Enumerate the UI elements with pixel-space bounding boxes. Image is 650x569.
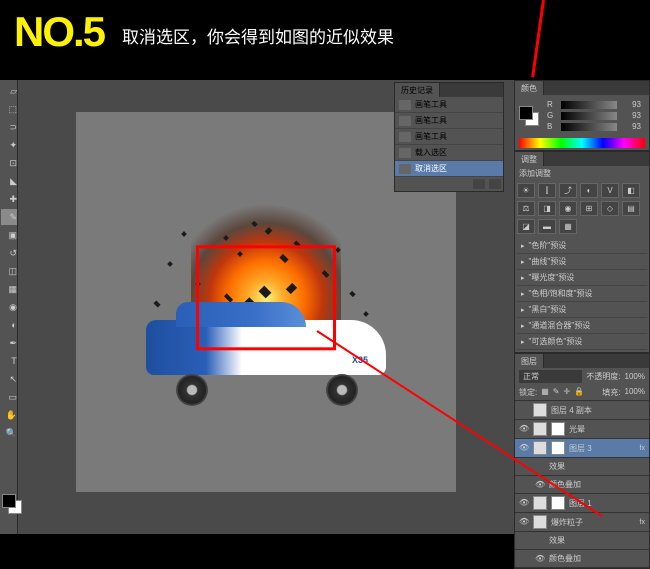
eraser-tool[interactable]: ◫ — [1, 263, 17, 279]
curves-icon[interactable]: ⤴ — [559, 183, 577, 198]
layer-row[interactable]: 👁光晕 — [515, 420, 649, 439]
photoshop-workspace: ▱ ⬚ ⊃ ✦ ⊡ ◣ ✚ ✎ ▣ ↺ ◫ ▦ ◉ ◐ ✒ T ↖ ▭ ✋ 🔍 … — [0, 80, 650, 534]
brightness-icon[interactable]: ☀ — [517, 183, 535, 198]
gradient-tool[interactable]: ▦ — [1, 281, 17, 297]
lock-pixels-icon[interactable]: ✎ — [553, 387, 560, 398]
lock-transparency-icon[interactable]: ▦ — [541, 387, 549, 398]
preset-item[interactable]: "色相/饱和度"预设 — [517, 286, 647, 302]
history-item[interactable]: 载入选区 — [395, 145, 503, 161]
g-slider[interactable] — [561, 112, 617, 120]
right-panels: 颜色 R93 G93 B93 调整 添加调整 ☀⫿⤴◐ V◧⚖◨◉⊞ ◇▤◪▬▦… — [514, 80, 650, 534]
history-delete-icon[interactable] — [489, 179, 501, 189]
history-tab[interactable]: 历史记录 — [395, 83, 440, 97]
hand-tool[interactable]: ✋ — [1, 407, 17, 423]
pen-tool[interactable]: ✒ — [1, 335, 17, 351]
adjustments-title: 添加调整 — [515, 166, 649, 181]
shape-tool[interactable]: ▭ — [1, 389, 17, 405]
hue-bar[interactable] — [519, 138, 645, 148]
blend-mode-select[interactable]: 正常 — [519, 370, 582, 383]
bw-icon[interactable]: ◨ — [538, 201, 556, 216]
posterize-icon[interactable]: ▤ — [622, 201, 640, 216]
layer-row[interactable]: 👁颜色叠加 — [515, 550, 649, 568]
path-tool[interactable]: ↖ — [1, 371, 17, 387]
callout-line-1 — [531, 0, 545, 77]
selectivecolor-icon[interactable]: ▦ — [559, 219, 577, 234]
history-new-icon[interactable] — [473, 179, 485, 189]
preset-item[interactable]: "可选颜色"预设 — [517, 334, 647, 350]
preset-item[interactable]: "色阶"预设 — [517, 238, 647, 254]
tools-panel: ▱ ⬚ ⊃ ✦ ⊡ ◣ ✚ ✎ ▣ ↺ ◫ ▦ ◉ ◐ ✒ T ↖ ▭ ✋ 🔍 — [0, 80, 18, 534]
type-tool[interactable]: T — [1, 353, 17, 369]
crop-tool[interactable]: ⊡ — [1, 155, 17, 171]
levels-icon[interactable]: ⫿ — [538, 183, 556, 198]
lock-all-icon[interactable]: 🔒 — [574, 387, 584, 398]
lock-position-icon[interactable]: ✛ — [564, 387, 571, 398]
eyedropper-tool[interactable]: ◣ — [1, 173, 17, 189]
history-item[interactable]: 画笔工具 — [395, 97, 503, 113]
history-brush-tool[interactable]: ↺ — [1, 245, 17, 261]
vibrance-icon[interactable]: V — [601, 183, 619, 198]
opacity-label: 不透明度: — [586, 371, 620, 382]
wand-tool[interactable]: ✦ — [1, 137, 17, 153]
toolbar-color-swatch[interactable] — [2, 494, 22, 514]
blur-tool[interactable]: ◉ — [1, 299, 17, 315]
fill-label: 填充: — [602, 387, 620, 398]
preset-item[interactable]: "黑白"预设 — [517, 302, 647, 318]
exposure-icon[interactable]: ◐ — [580, 183, 598, 198]
move-tool[interactable]: ▱ — [1, 83, 17, 99]
dodge-tool[interactable]: ◐ — [1, 317, 17, 333]
layers-tab[interactable]: 图层 — [515, 354, 544, 368]
hue-icon[interactable]: ◧ — [622, 183, 640, 198]
brush-tool[interactable]: ✎ — [1, 209, 17, 225]
layer-row[interactable]: 👁爆炸粒子fx — [515, 513, 649, 532]
preset-item[interactable]: "曝光度"预设 — [517, 270, 647, 286]
channelmixer-icon[interactable]: ⊞ — [580, 201, 598, 216]
foreground-background-colors[interactable] — [519, 106, 539, 126]
gradientmap-icon[interactable]: ▬ — [538, 219, 556, 234]
fill-value[interactable]: 100% — [625, 387, 645, 398]
invert-icon[interactable]: ◇ — [601, 201, 619, 216]
layer-row[interactable]: 图层 4 副本 — [515, 401, 649, 420]
healing-tool[interactable]: ✚ — [1, 191, 17, 207]
highlight-rectangle — [196, 245, 336, 350]
r-slider[interactable] — [561, 101, 617, 109]
threshold-icon[interactable]: ◪ — [517, 219, 535, 234]
color-tab[interactable]: 颜色 — [515, 81, 544, 95]
history-item[interactable]: 画笔工具 — [395, 129, 503, 145]
marquee-tool[interactable]: ⬚ — [1, 101, 17, 117]
layer-row[interactable]: 效果 — [515, 532, 649, 550]
lasso-tool[interactable]: ⊃ — [1, 119, 17, 135]
lock-label: 锁定: — [519, 387, 537, 398]
stamp-tool[interactable]: ▣ — [1, 227, 17, 243]
colorbalance-icon[interactable]: ⚖ — [517, 201, 535, 216]
adjustments-tab[interactable]: 调整 — [515, 152, 544, 166]
adjustments-panel: 调整 添加调整 ☀⫿⤴◐ V◧ ⚖◨◉⊞ ◇▤ ◪▬▦ "色阶"预设"曲线"预设"曝… — [514, 151, 650, 353]
zoom-tool[interactable]: 🔍 — [1, 425, 17, 441]
layer-row[interactable]: 👁颜色叠加 — [515, 476, 649, 494]
preset-item[interactable]: "曲线"预设 — [517, 254, 647, 270]
color-panel: 颜色 R93 G93 B93 — [514, 80, 650, 151]
step-number: NO.5 — [14, 8, 104, 56]
step-description: 取消选区，你会得到如图的近似效果 — [122, 23, 394, 48]
b-slider[interactable] — [561, 123, 617, 131]
opacity-value[interactable]: 100% — [625, 372, 645, 381]
history-panel: 历史记录 画笔工具画笔工具画笔工具载入选区取消选区 — [394, 82, 504, 192]
photofilter-icon[interactable]: ◉ — [559, 201, 577, 216]
layer-row[interactable]: 👁图层 3fx — [515, 439, 649, 458]
history-item[interactable]: 取消选区 — [395, 161, 503, 177]
preset-item[interactable]: "通道混合器"预设 — [517, 318, 647, 334]
layers-panel: 图层 正常 不透明度: 100% 锁定: ▦ ✎ ✛ 🔒 填充: 100% 图层… — [514, 353, 650, 569]
history-item[interactable]: 画笔工具 — [395, 113, 503, 129]
